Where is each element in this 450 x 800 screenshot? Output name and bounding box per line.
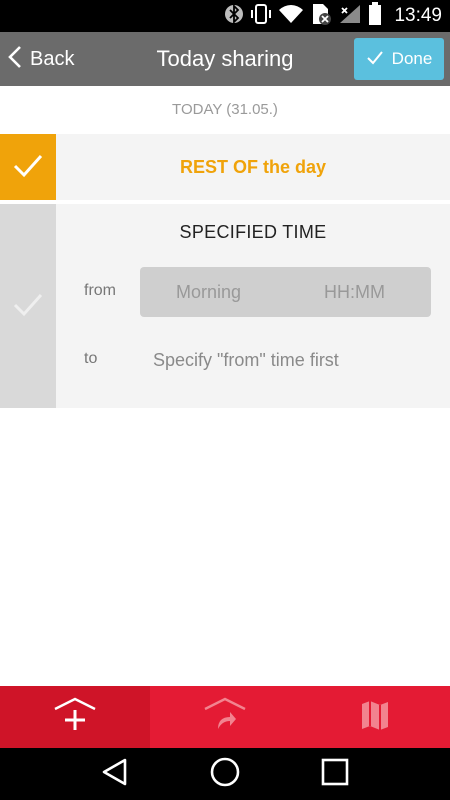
date-header: TODAY (31.05.)	[0, 86, 450, 134]
status-time: 13:49	[394, 5, 442, 26]
to-label: to	[84, 350, 98, 367]
specified-time-option: SPECIFIED TIME from Morning HH:MM to Spe…	[0, 204, 450, 408]
bluetooth-icon	[224, 3, 244, 30]
nav-back-button[interactable]	[85, 748, 145, 800]
from-period-placeholder: Morning	[176, 282, 242, 302]
battery-icon	[368, 1, 382, 31]
map-icon	[358, 698, 392, 737]
rest-of-day-label: REST OF the day	[179, 157, 327, 177]
recents-square-icon	[320, 757, 350, 792]
vibrate-icon	[250, 3, 272, 30]
done-button[interactable]: Done	[354, 38, 444, 80]
chevron-left-icon	[6, 44, 24, 75]
tab-share-forward[interactable]	[150, 686, 300, 748]
share-forward-icon	[202, 697, 248, 738]
no-sim-icon	[310, 2, 332, 31]
checkmark-icon	[366, 49, 384, 70]
home-circle-icon	[209, 756, 241, 793]
bottom-tab-bar	[0, 686, 450, 748]
specified-time-checkbox[interactable]	[0, 204, 56, 408]
checkmark-icon	[12, 291, 44, 322]
nav-recents-button[interactable]	[305, 748, 365, 800]
from-time-picker[interactable]: Morning HH:MM	[140, 267, 431, 317]
from-label: from	[84, 282, 116, 299]
back-label: Back	[30, 47, 75, 70]
wifi-icon	[278, 3, 304, 30]
from-time-placeholder: HH:MM	[324, 282, 385, 302]
back-triangle-icon	[100, 757, 130, 792]
to-hint-text: Specify "from" time first	[153, 350, 339, 370]
specified-time-title: SPECIFIED TIME	[179, 222, 327, 242]
tab-map[interactable]	[300, 686, 450, 748]
app-bar: Back Today sharing Done	[0, 32, 450, 86]
checkmark-icon	[12, 152, 44, 183]
rest-of-day-option[interactable]: REST OF the day	[0, 134, 450, 200]
back-button[interactable]: Back	[6, 32, 74, 86]
status-bar: 13:49	[0, 0, 450, 32]
system-nav-bar	[0, 748, 450, 800]
tab-add-share[interactable]	[0, 686, 150, 748]
rest-of-day-checkbox[interactable]	[0, 134, 56, 200]
nav-home-button[interactable]	[195, 748, 255, 800]
signal-icon	[338, 3, 362, 30]
status-icons: 13:49	[224, 0, 442, 32]
done-label: Done	[391, 49, 433, 68]
add-share-icon	[52, 697, 98, 738]
